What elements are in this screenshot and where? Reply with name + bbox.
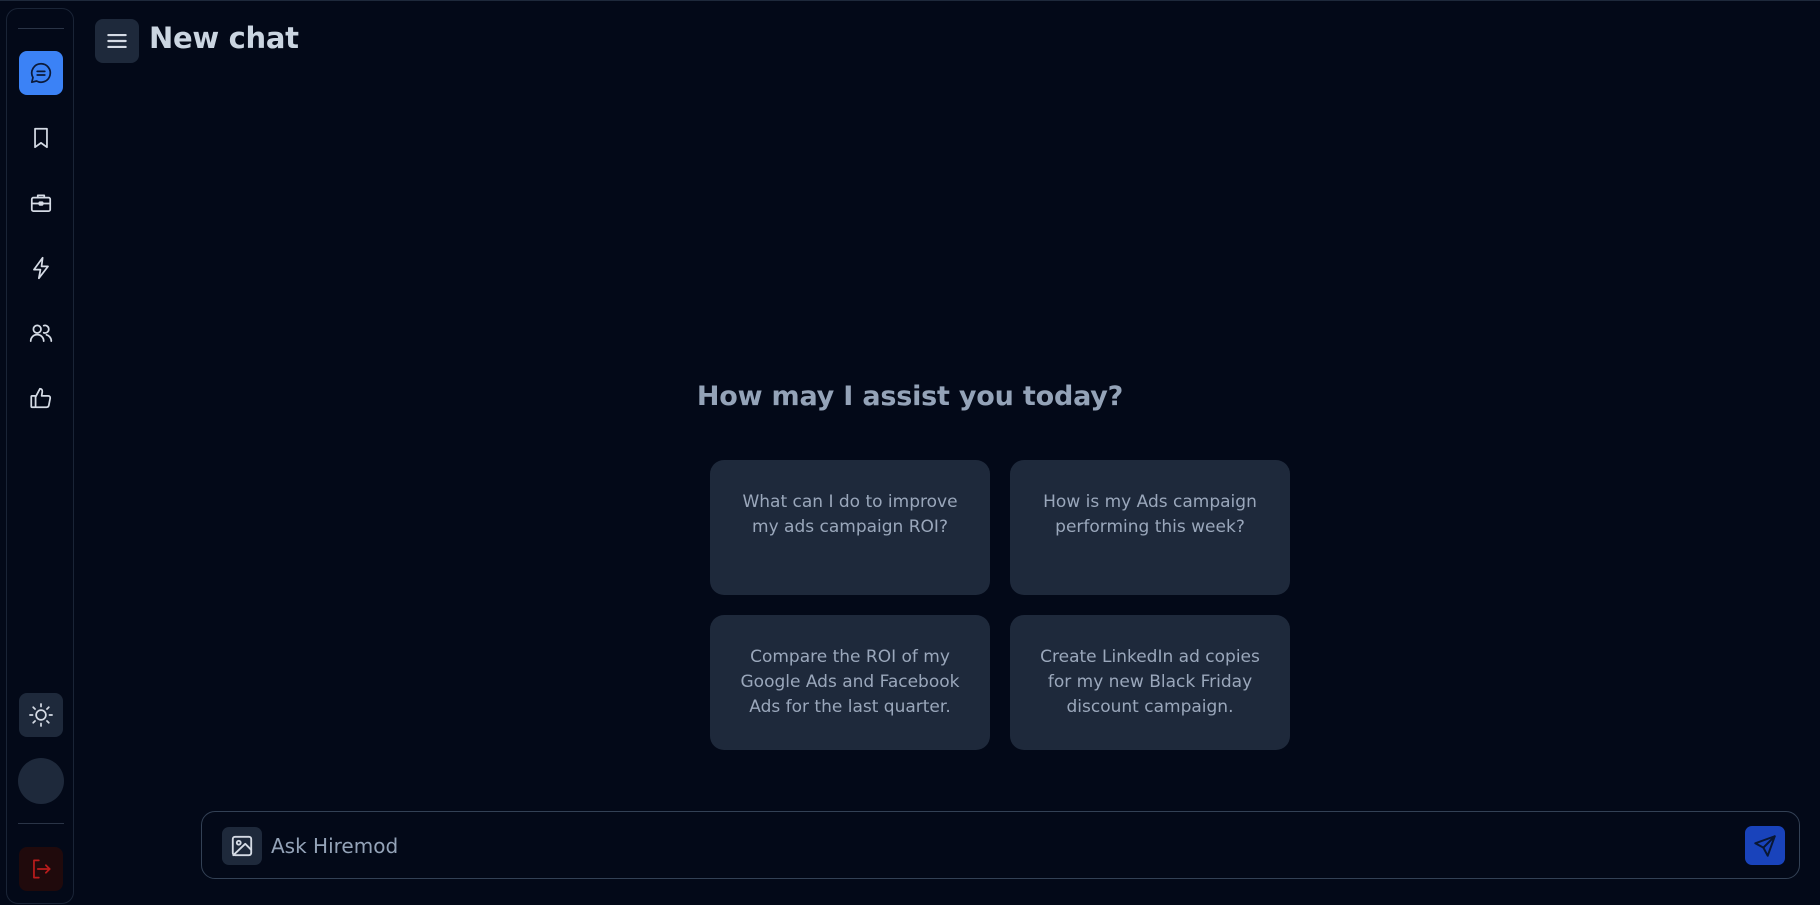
suggestion-card[interactable]: What can I do to improve my ads campaign… [710, 460, 990, 595]
suggestion-card[interactable]: Create LinkedIn ad copies for my new Bla… [1010, 615, 1290, 750]
menu-button[interactable] [95, 19, 139, 63]
hamburger-menu-icon [107, 33, 127, 49]
send-button[interactable] [1745, 826, 1785, 865]
image-icon [231, 835, 253, 857]
avatar[interactable] [18, 758, 64, 804]
briefcase-icon [30, 194, 52, 212]
suggestion-card[interactable]: Compare the ROI of my Google Ads and Fac… [710, 615, 990, 750]
logout-button[interactable] [19, 847, 63, 891]
attach-image-button[interactable] [222, 827, 262, 865]
lightning-icon [33, 256, 49, 280]
sidebar-item-briefcase[interactable] [19, 181, 63, 225]
chat-bubble-icon [30, 62, 52, 84]
chat-input-bar [201, 811, 1800, 879]
sidebar [6, 8, 74, 904]
sidebar-item-chat[interactable] [19, 51, 63, 95]
sidebar-item-lightning[interactable] [19, 246, 63, 290]
sidebar-item-bookmarks[interactable] [19, 116, 63, 160]
welcome-heading: How may I assist you today? [696, 381, 1124, 412]
suggestion-card[interactable]: How is my Ads campaign performing this w… [1010, 460, 1290, 595]
sun-icon [29, 703, 53, 727]
sidebar-divider-top [18, 28, 64, 29]
bookmark-icon [34, 127, 48, 149]
sidebar-divider-bottom [18, 823, 64, 824]
page-title: New chat [149, 21, 299, 55]
sidebar-item-users[interactable] [19, 311, 63, 355]
logout-icon [33, 859, 51, 879]
send-icon [1754, 834, 1776, 857]
users-icon [29, 324, 53, 342]
chat-input[interactable] [271, 826, 1691, 866]
theme-toggle-button[interactable] [19, 693, 63, 737]
